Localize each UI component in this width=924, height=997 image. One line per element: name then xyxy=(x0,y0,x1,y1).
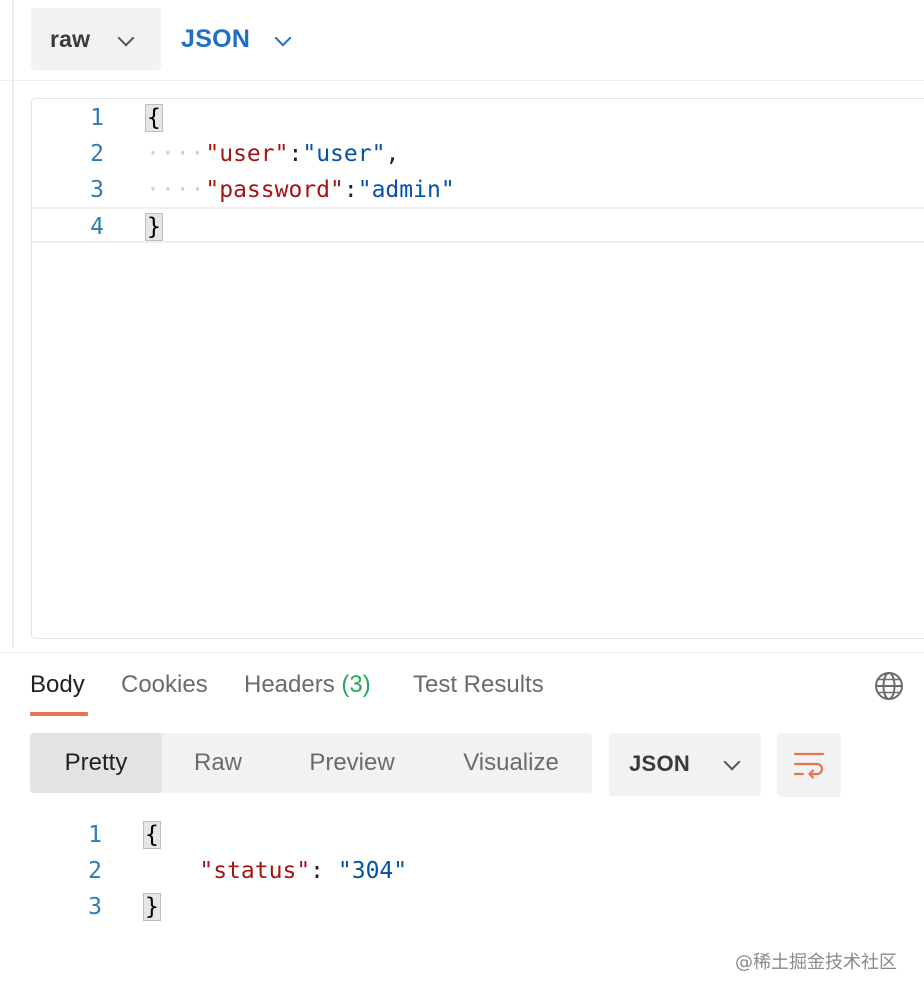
view-raw-button[interactable]: Raw xyxy=(170,733,266,793)
response-format-label: JSON xyxy=(629,751,691,776)
json-separator: : xyxy=(343,177,358,203)
response-body-viewer: 1 { 2 "status": "304" 3 } xyxy=(30,815,924,935)
tab-cookies[interactable]: Cookies xyxy=(121,671,208,699)
line-number: 4 xyxy=(90,214,104,240)
section-divider xyxy=(0,652,924,653)
json-key: "status" xyxy=(199,858,311,884)
code-line-active: 4 } xyxy=(32,207,924,243)
code-line: 2 ····"user":"user", xyxy=(32,136,924,172)
view-pretty-button[interactable]: Pretty xyxy=(30,733,162,793)
globe-icon[interactable] xyxy=(874,671,904,701)
line-number: 3 xyxy=(90,177,104,203)
wrap-text-icon xyxy=(793,752,825,779)
request-body-editor[interactable]: 1 { 2 ····"user":"user", 3 ····"password… xyxy=(31,98,924,639)
tab-body[interactable]: Body xyxy=(30,671,85,699)
tab-headers-label: Headers xyxy=(244,671,335,698)
body-format-select[interactable]: JSON xyxy=(181,8,292,70)
watermark: @稀土掘金技术社区 xyxy=(735,952,897,973)
indent-dots: ···· xyxy=(146,177,206,203)
line-number: 3 xyxy=(88,894,102,920)
body-mode-select[interactable]: raw xyxy=(31,8,161,70)
line-number: 2 xyxy=(88,858,102,884)
request-body-toolbar: raw JSON xyxy=(0,0,924,81)
tab-test-results[interactable]: Test Results xyxy=(413,671,544,699)
view-preview-button[interactable]: Preview xyxy=(288,733,416,793)
view-visualize-button[interactable]: Visualize xyxy=(444,733,578,793)
tab-headers[interactable]: Headers (3) xyxy=(244,671,371,699)
active-tab-indicator xyxy=(30,712,88,716)
open-brace: { xyxy=(143,821,161,849)
line-number: 1 xyxy=(90,105,104,131)
left-panel-border xyxy=(12,0,14,648)
open-brace: { xyxy=(145,104,163,132)
json-value: "admin" xyxy=(357,177,455,203)
response-view-segmented-control: Pretty Raw Preview Visualize xyxy=(30,733,592,793)
chevron-down-icon xyxy=(723,753,741,771)
line-number: 1 xyxy=(88,822,102,848)
line-number: 2 xyxy=(90,141,104,167)
response-format-select[interactable]: JSON xyxy=(609,733,761,796)
chevron-down-icon xyxy=(274,29,292,47)
headers-count: (3) xyxy=(341,671,371,698)
json-value: "304" xyxy=(337,858,408,884)
code-line: 1 { xyxy=(30,817,924,853)
json-comma: , xyxy=(385,141,400,167)
code-line: 3 } xyxy=(30,889,924,925)
json-separator: : xyxy=(288,141,303,167)
json-key: "user" xyxy=(205,141,289,167)
response-tabs: Body Cookies Headers (3) Test Results xyxy=(0,660,924,716)
json-separator: : xyxy=(310,858,338,884)
close-brace: } xyxy=(145,213,163,241)
code-line: 3 ····"password":"admin" xyxy=(32,172,924,208)
json-value: "user" xyxy=(302,141,386,167)
close-brace: } xyxy=(143,893,161,921)
code-line: 1 { xyxy=(32,100,924,136)
code-line: 2 "status": "304" xyxy=(30,853,924,889)
json-key: "password" xyxy=(205,177,344,203)
wrap-text-button[interactable] xyxy=(777,733,841,797)
body-format-label: JSON xyxy=(181,24,251,53)
body-mode-label: raw xyxy=(50,25,91,52)
indent-dots: ···· xyxy=(146,141,206,167)
chevron-down-icon xyxy=(117,29,135,47)
